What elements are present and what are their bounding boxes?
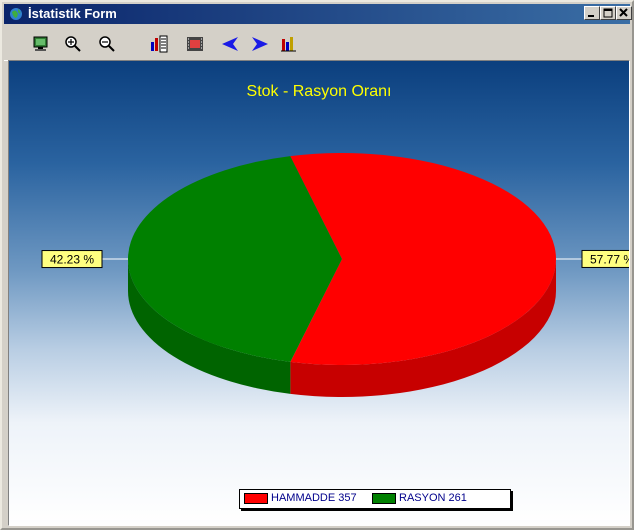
maximize-button[interactable] (600, 6, 616, 20)
previous-tool[interactable] (218, 34, 240, 54)
next-tool[interactable] (248, 34, 270, 54)
legend-swatch-rasyon (372, 493, 396, 504)
legend-swatch-hammadde (244, 493, 268, 504)
view-chart-tool[interactable] (30, 34, 52, 54)
close-button[interactable] (616, 6, 632, 20)
zoom-in-icon (65, 36, 81, 52)
legend-label-hammadde: HAMMADDE 357 (271, 492, 357, 504)
monitor-icon (33, 36, 48, 51)
bar-chart-icon (281, 37, 296, 52)
app-icon (10, 8, 22, 20)
zoom-out-icon (99, 36, 115, 52)
minimize-button[interactable] (584, 6, 600, 20)
window-title: İstatistik Form (28, 6, 117, 21)
toolbar (4, 26, 630, 61)
close-icon (619, 8, 628, 17)
pie-chart: 57.77 % 42.23 % (41, 153, 629, 397)
film-icon (187, 37, 203, 51)
chart-panel: Stok - Rasyon Oranı 57.77 %42.23 % HAMMA… (8, 60, 630, 526)
window-frame: İstatistik Form Stok - Rasyon Oranı 57.7… (0, 0, 634, 530)
arrow-left-icon (222, 37, 238, 51)
chart-edit-icon (151, 35, 168, 53)
series-tool[interactable] (184, 34, 206, 54)
minimize-icon (588, 15, 594, 17)
arrow-right-icon (252, 37, 268, 51)
zoom-in-tool[interactable] (62, 34, 84, 54)
zoom-out-tool[interactable] (96, 34, 118, 54)
export-tool[interactable] (278, 34, 300, 54)
edit-chart-tool[interactable] (148, 34, 170, 54)
maximize-icon (603, 8, 613, 18)
percent-label-hammadde: 57.77 % (590, 252, 629, 266)
chart-legend: HAMMADDE 357 RASYON 261 (239, 489, 511, 509)
legend-label-rasyon: RASYON 261 (399, 492, 467, 504)
title-bar[interactable]: İstatistik Form (4, 4, 632, 24)
percent-label-rasyon: 42.23 % (50, 253, 94, 267)
